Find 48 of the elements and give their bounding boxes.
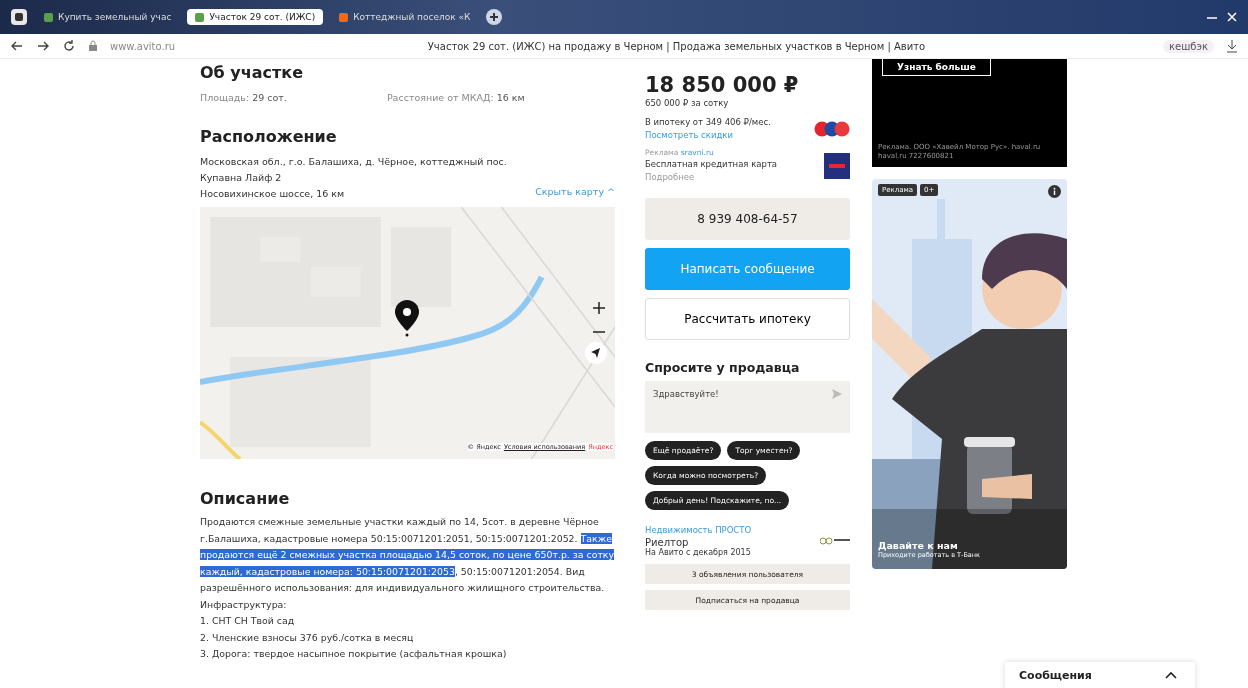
message-field[interactable]: Здравствуйте!: [645, 381, 850, 433]
section-heading: Описание: [200, 489, 291, 508]
new-tab-icon[interactable]: [486, 9, 503, 25]
section-heading: Об участке: [200, 63, 305, 82]
seller-since: На Авито с декабря 2015: [645, 548, 752, 558]
ad-title: Давайте к нам: [878, 540, 959, 551]
description-line: 3. Дорога: твердое насыпное покрытие (асфальтная крошка): [200, 647, 508, 661]
parameter-text: Расстояние от МКАД: 16 км: [386, 92, 525, 103]
locate-icon[interactable]: [585, 342, 607, 364]
browser-tab[interactable]: Коттеджный поселок «К: [331, 9, 479, 25]
close-icon[interactable]: [1226, 11, 1238, 23]
learn-more-button[interactable]: Узнать больше: [882, 59, 991, 76]
chevron-icon[interactable]: [1165, 671, 1177, 679]
lock-icon: [88, 40, 98, 52]
description-line: 1. СНТ СН Твой сад: [200, 614, 296, 628]
price: 18 850 000 ₽: [645, 73, 800, 97]
reload-icon[interactable]: [62, 39, 76, 53]
messages-bar[interactable]: Сообщения: [1005, 662, 1195, 688]
calculate-mortgage-button[interactable]: Рассчитать ипотеку: [645, 298, 850, 340]
bank-logo-icon: [824, 153, 850, 179]
bank-logos-icon: [814, 121, 850, 137]
phone-button[interactable]: 8 939 408-64-57: [645, 198, 850, 240]
forward-arrow-icon[interactable]: [36, 39, 50, 53]
section-heading: Спросите у продавца: [645, 360, 801, 375]
address-url[interactable]: www.avito.ru: [110, 40, 230, 52]
download-icon[interactable]: [1226, 39, 1238, 53]
description-line: 2. Членские взносы 376 руб./сотка в месяц: [200, 630, 415, 645]
description-line: Инфраструктура:: [200, 597, 288, 612]
cashback-button[interactable]: кешбэк: [1162, 39, 1214, 53]
description-text: Продаются смежные земельные участки каждый по 14, 5сот. в деревне Чёрное г.Балашиха, кадастровые номера 50:15:0071201:2051, 50:15:0071201:2052. Также продаются ещё 2 смежных участка площадью 14,5 соток, по цене 650т.р. за сотку каждый, кадастровые номера: 50:15:0071201:2053, 50:15:0071201:2054. Вид разрешённого использования: для индивидуального жилищного строительства.: [200, 515, 615, 595]
highway-text: Носовихинское шоссе, 16 км: [200, 187, 345, 201]
info-icon[interactable]: [1048, 185, 1061, 198]
address-text: Московская обл., г.о. Балашиха, д. Чёрное, коттеджный пос.: [200, 155, 508, 169]
browser-logo-icon[interactable]: [10, 8, 28, 26]
mortgage-text: В ипотеку от 349 406 ₽/мес.: [645, 116, 771, 129]
browser-tab[interactable]: Участок 29 сот. (ИЖС): [187, 9, 324, 25]
card-offer-text: Бесплатная кредитная карта: [645, 158, 778, 171]
seller-logo-icon: [820, 537, 850, 545]
price-per-unit: 650 000 ₽ за сотку: [645, 97, 730, 110]
address-text: Купавна Лайф 2: [200, 171, 283, 185]
section-heading: Расположение: [200, 127, 338, 146]
map-pin-icon: [394, 299, 420, 337]
browser-tab[interactable]: Купить земельный учас: [36, 9, 180, 25]
seller-role: Риелтор: [645, 537, 690, 548]
back-arrow-icon[interactable]: [10, 39, 24, 53]
parameter-text: Площадь: 29 сот.: [200, 92, 287, 103]
page-title: Участок 29 сот. (ИЖС) на продажу в Черном | Продажа земельных участков в Черном | Авито: [426, 40, 927, 52]
zoom-in-icon[interactable]: [593, 302, 605, 314]
